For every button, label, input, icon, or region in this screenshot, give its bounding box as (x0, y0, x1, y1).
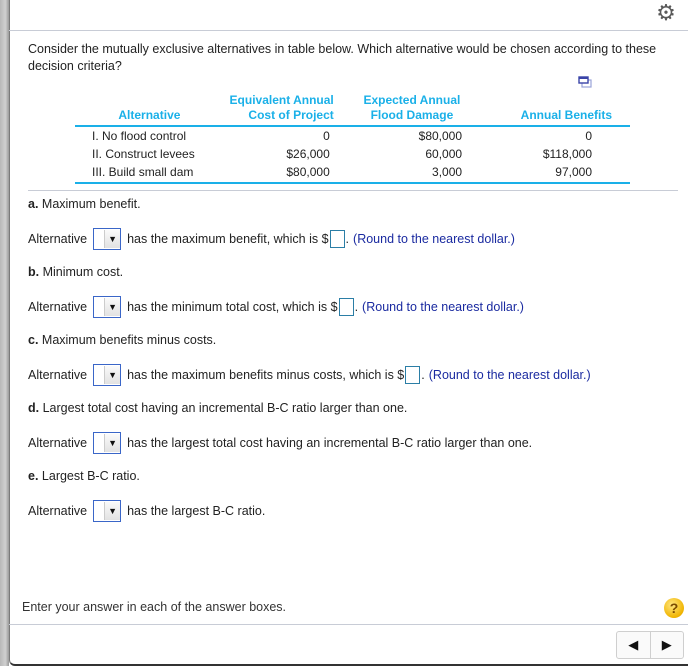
cell-cost: $26,000 (286, 147, 330, 161)
table-row: I. No flood control 0 $80,000 0 (75, 126, 630, 145)
cell-damage: $80,000 (418, 129, 463, 143)
alternative-label: Alternative (28, 368, 88, 382)
part-letter: e. (28, 469, 39, 483)
answer-text: has the largest B-C ratio. (127, 504, 266, 518)
part-letter: d. (28, 401, 40, 415)
cell-benefits: 97,000 (478, 163, 630, 184)
chevron-down-icon: ▼ (104, 230, 121, 248)
cell-benefits: $118,000 (542, 147, 592, 161)
part-title: Largest total cost having an incremental… (39, 401, 408, 415)
answer-text: has the largest total cost having an inc… (127, 436, 533, 450)
previous-button[interactable]: ◀ (617, 632, 650, 658)
answer-suffix: . (421, 368, 425, 382)
rounding-hint: (Round to the nearest dollar.) (428, 368, 591, 382)
cell-alternative: II. Construct levees (92, 147, 195, 161)
part-letter: b. (28, 265, 40, 279)
instruction-text: Enter your answer in each of the answer … (22, 600, 287, 614)
part-c-label: c. Maximum benefits minus costs. (28, 333, 216, 347)
cell-alternative: III. Build small dam (75, 163, 224, 184)
chevron-down-icon: ▼ (104, 298, 121, 316)
answer-input-a[interactable] (329, 230, 345, 248)
divider (28, 190, 678, 191)
chevron-down-icon: ▼ (104, 434, 121, 452)
cell-damage: 60,000 (425, 147, 463, 161)
part-a-label: a. Maximum benefit. (28, 197, 141, 211)
alternative-dropdown-c[interactable]: ▼ (93, 364, 122, 386)
header-alternative: Alternative (75, 93, 224, 127)
alternative-dropdown-d[interactable]: ▼ (93, 432, 122, 454)
rounding-hint: (Round to the nearest dollar.) (353, 232, 515, 246)
header-damage: Expected Annual Flood Damage (345, 93, 479, 127)
part-letter: a. (28, 197, 39, 211)
table-header-row: Alternative Equivalent Annual Cost of Pro… (75, 93, 630, 127)
alternative-dropdown-e[interactable]: ▼ (93, 500, 122, 522)
part-a-answer-row: Alternative ▼ has the maximum benefit, w… (28, 227, 515, 251)
navigation-buttons: ◀ ▶ (616, 631, 684, 659)
rounding-hint: (Round to the nearest dollar.) (362, 300, 524, 314)
arrow-left-icon: ◀ (628, 637, 639, 652)
answer-input-b[interactable] (338, 298, 354, 316)
cell-damage: 3,000 (345, 163, 479, 184)
alternative-label: Alternative (28, 300, 88, 314)
answer-text: has the minimum total cost, which is $ (127, 300, 338, 314)
part-e-label: e. Largest B-C ratio. (28, 469, 140, 483)
popout-icon[interactable] (578, 76, 592, 88)
window-edge (0, 0, 9, 666)
answer-text: has the maximum benefit, which is $ (127, 232, 329, 246)
chevron-down-icon: ▼ (104, 502, 121, 520)
part-b-answer-row: Alternative ▼ has the minimum total cost… (28, 295, 524, 319)
part-d-answer-row: Alternative ▼ has the largest total cost… (28, 431, 532, 455)
alternative-label: Alternative (28, 232, 88, 246)
header-benefits: Annual Benefits (478, 93, 630, 127)
part-b-label: b. Minimum cost. (28, 265, 123, 279)
alternative-dropdown-b[interactable]: ▼ (93, 296, 122, 318)
divider (9, 30, 688, 31)
table-row: II. Construct levees $26,000 60,000 $118… (75, 145, 630, 163)
part-d-label: d. Largest total cost having an incremen… (28, 401, 407, 415)
arrow-right-icon: ▶ (661, 637, 672, 652)
part-e-answer-row: Alternative ▼ has the largest B-C ratio. (28, 499, 265, 523)
gear-icon[interactable]: ⚙ (655, 2, 677, 24)
answer-input-c[interactable] (405, 366, 421, 384)
cell-cost: 0 (323, 129, 330, 143)
header-cost: Equivalent Annual Cost of Project (223, 93, 346, 127)
alternative-dropdown-a[interactable]: ▼ (93, 228, 122, 250)
table-row: III. Build small dam $80,000 3,000 97,00… (75, 163, 630, 184)
part-title: Largest B-C ratio. (38, 469, 140, 483)
alternative-label: Alternative (28, 504, 88, 518)
answer-text: has the maximum benefits minus costs, wh… (127, 368, 405, 382)
cell-benefits: 0 (585, 129, 592, 143)
answer-suffix: . (345, 232, 350, 246)
cell-alternative: I. No flood control (92, 129, 187, 143)
part-letter: c. (28, 333, 39, 347)
cell-cost: $80,000 (223, 163, 346, 184)
alternative-label: Alternative (28, 436, 88, 450)
divider (9, 624, 688, 625)
part-title: Maximum benefits minus costs. (38, 333, 217, 347)
help-icon[interactable]: ? (664, 598, 684, 618)
answer-suffix: . (354, 300, 359, 314)
next-button[interactable]: ▶ (649, 632, 684, 658)
chevron-down-icon: ▼ (104, 366, 121, 384)
part-title: Minimum cost. (39, 265, 124, 279)
alternatives-table: Alternative Equivalent Annual Cost of Pro… (75, 93, 630, 184)
question-text: Consider the mutually exclusive alternat… (28, 42, 657, 73)
part-title: Maximum benefit. (38, 197, 141, 211)
part-c-answer-row: Alternative ▼ has the maximum benefits m… (28, 363, 591, 387)
